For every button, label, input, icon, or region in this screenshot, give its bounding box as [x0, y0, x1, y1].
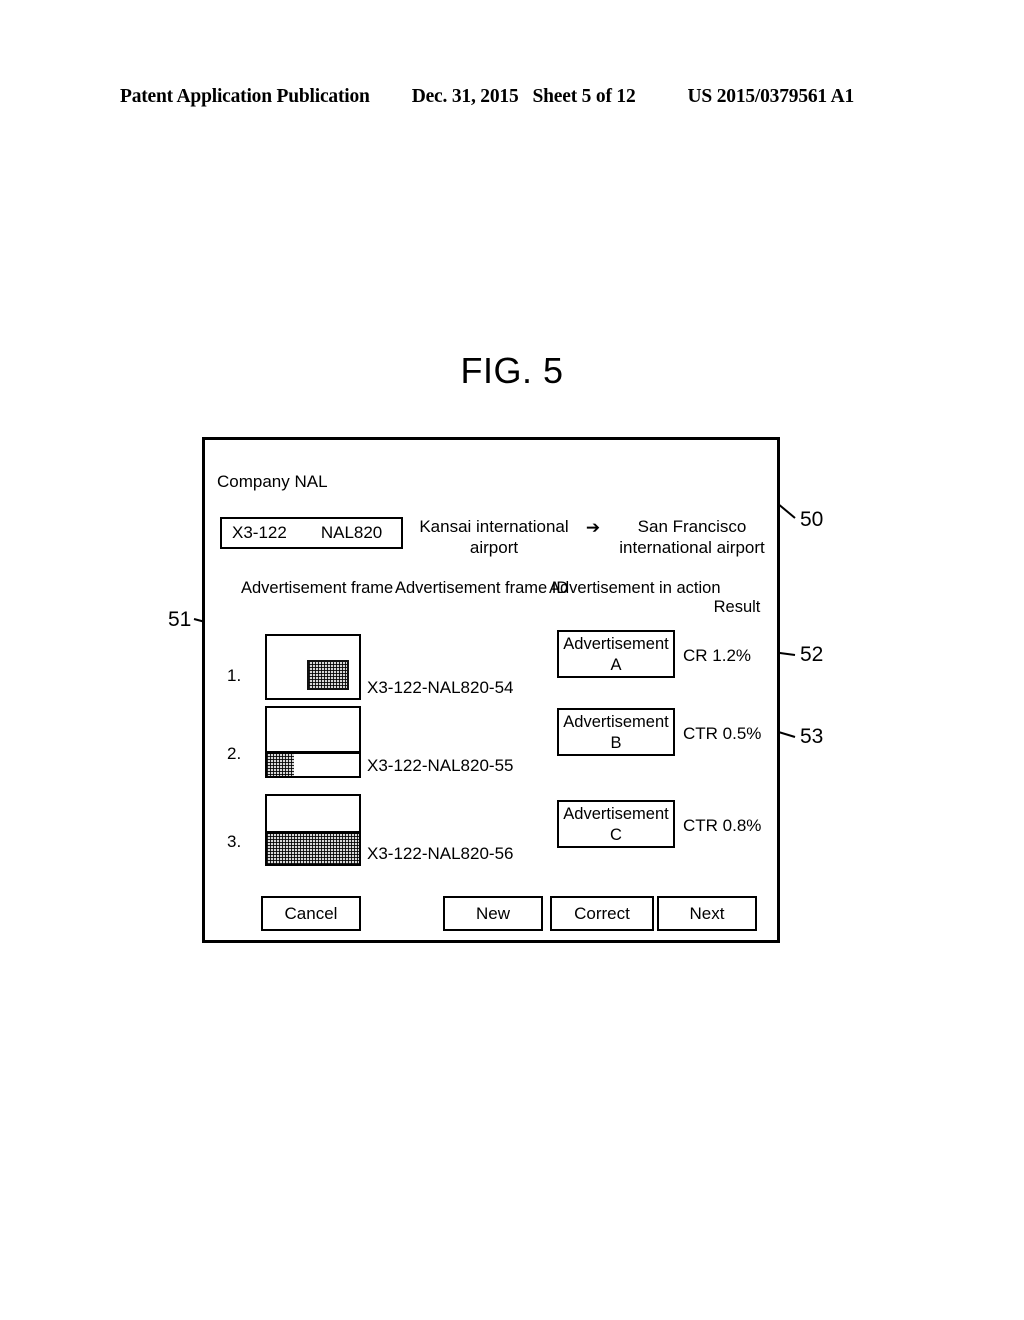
- advertisement-name: Advertisement: [563, 805, 669, 823]
- company-label: Company NAL: [217, 472, 328, 491]
- row-number: 2.: [227, 744, 242, 763]
- publication-number: US 2015/0379561 A1: [687, 86, 855, 107]
- next-button[interactable]: Next: [657, 896, 757, 931]
- patent-page-header: Patent Application Publication Dec. 31, …: [120, 86, 910, 108]
- column-header-result: Result: [713, 598, 761, 616]
- advertisement-in-action-box[interactable]: Advertisement A: [557, 630, 675, 678]
- reference-numeral-51: 51: [168, 608, 192, 631]
- column-header-advertisement-frame-id: Advertisement frame ID: [395, 579, 569, 597]
- table-row: 3. X3-122-NAL820-56 Advertisement C CTR …: [219, 790, 769, 866]
- correct-button[interactable]: Correct: [550, 896, 654, 931]
- table-row: 1. X3-122-NAL820-54 Advertisement A CR 1…: [219, 624, 769, 700]
- advertisement-letter: B: [610, 734, 622, 752]
- reference-numeral-53: 53: [800, 725, 824, 748]
- frame-region-block: [267, 831, 359, 864]
- advertisement-in-action-box[interactable]: Advertisement B: [557, 708, 675, 756]
- flight-code: X3-122: [232, 523, 287, 542]
- advertisement-frame-id: X3-122-NAL820-56: [367, 844, 514, 863]
- advertisement-frame-thumbnail[interactable]: [265, 634, 361, 700]
- result-value: CTR 0.5%: [683, 724, 762, 743]
- advertisement-in-action-box[interactable]: Advertisement C: [557, 800, 675, 848]
- arrow-right-icon: ➔: [585, 518, 601, 537]
- publication-label: Patent Application Publication: [120, 86, 370, 107]
- table-row: 2. X3-122-NAL820-55 Advertisement B CTR …: [219, 702, 769, 778]
- figure-title: FIG. 5: [460, 350, 564, 391]
- advertisement-frame-thumbnail[interactable]: [265, 706, 361, 778]
- frame-region-block: [267, 754, 294, 776]
- advertisement-name: Advertisement: [563, 635, 669, 653]
- advertisement-letter: A: [610, 656, 622, 674]
- dialog-button-bar: Cancel New Correct Next: [205, 896, 783, 936]
- advertisement-name: Advertisement: [563, 713, 669, 731]
- publication-date: Dec. 31, 2015: [411, 86, 519, 107]
- flight-identifier-box[interactable]: X3-122 NAL820: [220, 517, 403, 549]
- frame-region-block: [307, 660, 349, 690]
- cancel-button[interactable]: Cancel: [261, 896, 361, 931]
- row-number: 3.: [227, 832, 242, 851]
- advertisement-frame-id: X3-122-NAL820-55: [367, 756, 514, 775]
- advertisement-letter: C: [610, 826, 622, 844]
- row-number: 1.: [227, 666, 242, 685]
- result-value: CTR 0.8%: [683, 816, 762, 835]
- table-column-headers: Advertisement frame Advertisement frame …: [219, 578, 769, 622]
- flight-number: NAL820: [320, 523, 383, 542]
- destination-airport: San Francisco international airport: [619, 517, 765, 557]
- advertisement-management-dialog: Company NAL X3-122 NAL820 Kansai interna…: [202, 437, 780, 943]
- column-header-advertisement-in-action: Advertisement in action: [549, 579, 721, 597]
- origin-airport: Kansai international airport: [419, 517, 569, 557]
- reference-numeral-52: 52: [800, 643, 824, 666]
- result-value: CR 1.2%: [683, 646, 752, 665]
- reference-numeral-50: 50: [800, 508, 824, 531]
- advertisement-frame-id: X3-122-NAL820-54: [367, 678, 514, 697]
- new-button[interactable]: New: [443, 896, 543, 931]
- sheet-number: Sheet 5 of 12: [532, 86, 636, 107]
- flight-route: Kansai international airport ➔ San Franc…: [404, 516, 782, 558]
- advertisement-frame-thumbnail[interactable]: [265, 794, 361, 866]
- column-header-advertisement-frame: Advertisement frame: [241, 579, 394, 597]
